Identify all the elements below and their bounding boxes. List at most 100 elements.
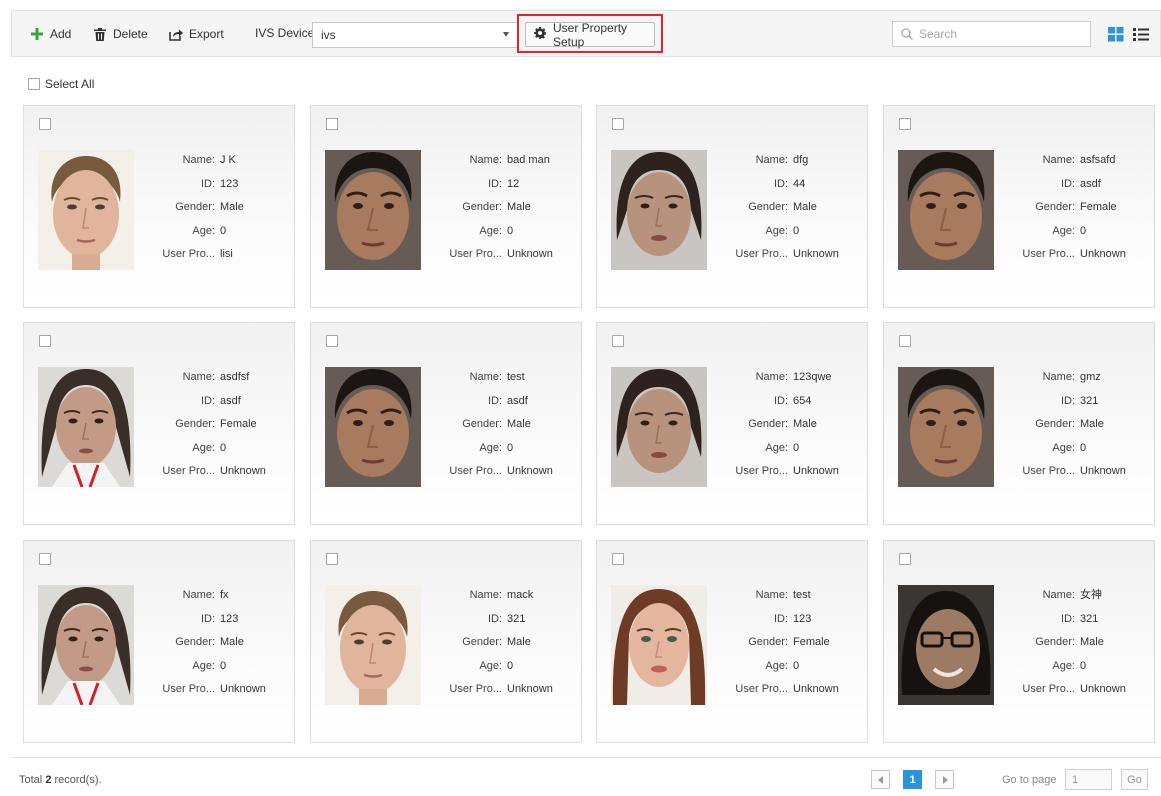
user-property-value: Unknown [507, 248, 553, 260]
ivs-device-value: ivs [321, 28, 336, 42]
card-checkbox[interactable] [899, 118, 911, 130]
gender-value: Male [507, 636, 531, 648]
card-checkbox[interactable] [612, 553, 624, 565]
age-value: 0 [220, 441, 227, 454]
age-label: Age: [192, 659, 215, 672]
face-photo [611, 585, 707, 705]
delete-button[interactable]: Delete [93, 24, 148, 44]
user-property-label: User Pro... [1022, 248, 1075, 260]
footer-divider [11, 757, 1161, 758]
user-property-value: Unknown [220, 683, 266, 695]
age-value: 0 [507, 224, 514, 237]
chevron-right-icon [942, 775, 948, 784]
age-label: Age: [1052, 224, 1075, 237]
gender-label: Gender: [1035, 636, 1075, 648]
id-label: ID: [1060, 177, 1075, 190]
goto-page-input[interactable] [1066, 770, 1111, 789]
next-page-button[interactable] [935, 770, 954, 789]
face-card[interactable]: Name: bad man ID: 12 Gender: Male Age: 0 Use… [310, 105, 582, 308]
id-value: asdf [507, 394, 528, 407]
face-photo [325, 585, 421, 705]
face-card[interactable]: Name: 女神 ID: 321 Gender: Male Age: 0 User Pr… [883, 540, 1155, 743]
name-value: dfg [793, 154, 809, 166]
card-checkbox[interactable] [899, 553, 911, 565]
list-view-icon[interactable] [1133, 27, 1149, 42]
age-label: Age: [192, 441, 215, 454]
search-input[interactable] [919, 26, 1084, 42]
card-checkbox[interactable] [39, 553, 51, 565]
export-button[interactable]: Export [169, 24, 224, 44]
gender-value: Male [793, 201, 817, 213]
select-all-label: Select All [45, 77, 95, 91]
card-checkbox[interactable] [612, 335, 624, 347]
gender-label: Gender: [1035, 418, 1075, 430]
face-card[interactable]: Name: 123qwe ID: 654 Gender: Male Age: 0 Use… [596, 322, 868, 525]
user-property-label: User Pro... [449, 465, 502, 477]
select-all-checkbox[interactable] [28, 78, 40, 90]
export-icon [169, 27, 183, 41]
gender-label: Gender: [748, 636, 788, 648]
name-label: Name: [1042, 371, 1075, 383]
age-label: Age: [765, 224, 788, 237]
face-card[interactable]: Name: gmz ID: 321 Gender: Male Age: 0 User P… [883, 322, 1155, 525]
card-checkbox[interactable] [612, 118, 624, 130]
add-label: Add [50, 27, 72, 41]
card-checkbox[interactable] [899, 335, 911, 347]
age-label: Age: [479, 441, 502, 454]
id-label: ID: [1060, 394, 1075, 407]
user-property-value: Unknown [220, 465, 266, 477]
name-label: Name: [755, 589, 788, 601]
add-button[interactable]: Add [30, 24, 71, 44]
face-card[interactable]: Name: mack ID: 321 Gender: Male Age: 0 User … [310, 540, 582, 743]
age-value: 0 [1080, 659, 1087, 672]
user-property-value: lisi [220, 248, 233, 260]
chevron-left-icon [877, 775, 883, 784]
ivs-device-select[interactable]: ivs [312, 22, 518, 48]
age-value: 0 [1080, 441, 1087, 454]
name-value: asdfsf [220, 371, 250, 383]
gender-label: Gender: [1035, 201, 1075, 213]
prev-page-button[interactable] [871, 770, 890, 789]
face-photo [898, 585, 994, 705]
age-value: 0 [507, 659, 514, 672]
name-label: Name: [469, 154, 502, 166]
id-label: ID: [773, 394, 788, 407]
face-card[interactable]: Name: test ID: 123 Gender: Female Age: 0 Use… [596, 540, 868, 743]
age-value: 0 [220, 659, 227, 672]
card-checkbox[interactable] [326, 118, 338, 130]
name-label: Name: [469, 371, 502, 383]
gender-label: Gender: [462, 201, 502, 213]
gender-value: Female [220, 418, 257, 430]
gender-label: Gender: [175, 201, 215, 213]
id-label: ID: [200, 612, 215, 625]
face-card[interactable]: Name: asfsafd ID: asdf Gender: Female Age: 0… [883, 105, 1155, 308]
ivs-device-label: IVS Device: [255, 26, 318, 40]
face-card[interactable]: Name: asdfsf ID: asdf Gender: Female Age: 0 … [23, 322, 295, 525]
page-button-current[interactable]: 1 [903, 770, 922, 789]
face-card[interactable]: Name: fx ID: 123 Gender: Male Age: 0 User Pr… [23, 540, 295, 743]
face-card[interactable]: Name: test ID: asdf Gender: Male Age: 0 User… [310, 322, 582, 525]
id-value: asdf [220, 394, 241, 407]
name-label: Name: [1042, 589, 1075, 601]
face-card[interactable]: Name: dfg ID: 44 Gender: Male Age: 0 User Pr… [596, 105, 868, 308]
age-value: 0 [793, 659, 800, 672]
card-checkbox[interactable] [39, 335, 51, 347]
age-label: Age: [1052, 659, 1075, 672]
id-label: ID: [487, 612, 502, 625]
user-property-setup-button[interactable]: User Property Setup [525, 21, 655, 49]
gear-icon [534, 27, 546, 42]
user-property-label: User Pro... [735, 465, 788, 477]
id-label: ID: [773, 612, 788, 625]
card-checkbox[interactable] [39, 118, 51, 130]
go-button[interactable]: Go [1121, 769, 1148, 790]
gender-value: Male [507, 201, 531, 213]
grid-view-icon[interactable] [1108, 27, 1124, 42]
age-label: Age: [765, 441, 788, 454]
gender-value: Female [1080, 201, 1117, 213]
face-card[interactable]: Name: J K ID: 123 Gender: Male Age: 0 User P… [23, 105, 295, 308]
card-checkbox[interactable] [326, 553, 338, 565]
gender-value: Male [220, 636, 244, 648]
gender-value: Female [793, 636, 830, 648]
user-property-label: User Pro... [162, 465, 215, 477]
card-checkbox[interactable] [326, 335, 338, 347]
